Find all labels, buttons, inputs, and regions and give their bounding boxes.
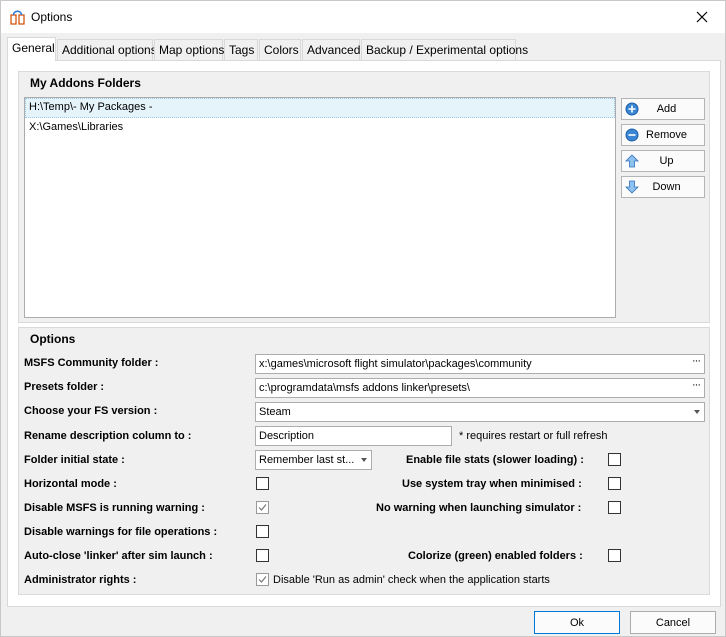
tab-advanced[interactable]: Advanced <box>302 39 360 60</box>
tab-colors[interactable]: Colors <box>259 39 301 60</box>
down-button[interactable]: Down <box>621 176 705 198</box>
no-launch-warning-label: No warning when launching simulator : <box>376 502 582 514</box>
disable-file-warnings-checkbox[interactable] <box>256 525 269 538</box>
cancel-button[interactable]: Cancel <box>630 611 716 634</box>
arrow-up-icon <box>625 154 639 168</box>
ok-button[interactable]: Ok <box>534 611 620 634</box>
colorize-label: Colorize (green) enabled folders : <box>408 550 583 562</box>
add-button-label: Add <box>656 103 677 115</box>
remove-button[interactable]: Remove <box>621 124 705 146</box>
auto-close-checkbox[interactable] <box>256 549 269 562</box>
presets-folder-field[interactable]: c:\programdata\msfs addons linker\preset… <box>255 378 705 398</box>
horizontal-mode-label: Horizontal mode : <box>24 478 117 490</box>
folder-state-label: Folder initial state : <box>24 454 125 466</box>
disable-file-warnings-label: Disable warnings for file operations : <box>24 526 218 538</box>
community-folder-field[interactable]: x:\games\microsoft flight simulator\pack… <box>255 354 705 374</box>
addons-group: My Addons Folders H:\Temp\- My Packages … <box>18 71 710 323</box>
options-group: Options MSFS Community folder : x:\games… <box>18 327 710 595</box>
fs-version-label: Choose your FS version : <box>24 405 158 417</box>
auto-close-label: Auto-close 'linker' after sim launch : <box>24 550 213 562</box>
folder-state-value: Remember last st... <box>259 454 355 466</box>
chevron-down-icon <box>694 410 700 414</box>
tab-map-options[interactable]: Map options <box>154 39 224 60</box>
down-button-label: Down <box>652 181 681 193</box>
options-window: Options General Additional options Map o… <box>0 0 726 637</box>
title-bar: Options <box>1 1 725 33</box>
options-group-header: Options <box>19 328 709 350</box>
checkmark-icon <box>258 504 267 511</box>
rename-column-value: Description <box>259 430 315 442</box>
horizontal-mode-checkbox[interactable] <box>256 477 269 490</box>
presets-folder-value: c:\programdata\msfs addons linker\preset… <box>259 382 470 394</box>
window-title: Options <box>31 10 73 24</box>
disable-running-warning-checkbox[interactable] <box>256 501 269 514</box>
browse-community-button[interactable]: ··· <box>692 355 701 367</box>
up-button-label: Up <box>659 155 674 167</box>
tab-additional-options[interactable]: Additional options <box>57 39 157 60</box>
add-button[interactable]: Add <box>621 98 705 120</box>
tab-panel-general: My Addons Folders H:\Temp\- My Packages … <box>7 60 721 607</box>
remove-icon <box>625 128 639 142</box>
app-icon <box>10 10 25 25</box>
close-button[interactable] <box>679 1 725 32</box>
presets-folder-label: Presets folder : <box>24 381 105 393</box>
file-stats-checkbox[interactable] <box>608 453 621 466</box>
system-tray-label: Use system tray when minimised : <box>402 478 582 490</box>
add-icon <box>625 102 639 116</box>
disable-running-warning-label: Disable MSFS is running warning : <box>24 502 205 514</box>
remove-button-label: Remove <box>646 129 687 141</box>
chevron-down-icon <box>361 458 367 462</box>
admin-rights-label: Administrator rights : <box>24 574 137 586</box>
addons-folder-list[interactable]: H:\Temp\- My Packages - X:\Games\Librari… <box>24 97 616 318</box>
tab-tags[interactable]: Tags <box>224 39 258 60</box>
close-icon <box>696 11 708 22</box>
community-folder-label: MSFS Community folder : <box>24 357 159 369</box>
fs-version-select[interactable]: Steam <box>255 402 705 422</box>
admin-rights-checkbox[interactable] <box>256 573 269 586</box>
tab-backup-experimental[interactable]: Backup / Experimental options <box>361 39 528 60</box>
fs-version-value: Steam <box>259 406 291 418</box>
tab-general[interactable]: General <box>7 37 56 61</box>
system-tray-checkbox[interactable] <box>608 477 621 490</box>
arrow-down-icon <box>625 180 639 194</box>
list-item[interactable]: X:\Games\Libraries <box>25 118 615 138</box>
rename-column-label: Rename description column to : <box>24 430 192 442</box>
rename-column-input[interactable]: Description <box>255 426 452 446</box>
up-button[interactable]: Up <box>621 150 705 172</box>
checkmark-icon <box>258 576 267 583</box>
list-item[interactable]: H:\Temp\- My Packages - <box>25 98 615 118</box>
colorize-checkbox[interactable] <box>608 549 621 562</box>
admin-rights-text: Disable 'Run as admin' check when the ap… <box>273 574 550 586</box>
no-launch-warning-checkbox[interactable] <box>608 501 621 514</box>
file-stats-label: Enable file stats (slower loading) : <box>406 454 584 466</box>
browse-presets-button[interactable]: ··· <box>692 379 701 391</box>
community-folder-value: x:\games\microsoft flight simulator\pack… <box>259 358 532 370</box>
folder-state-select[interactable]: Remember last st... <box>255 450 372 470</box>
restart-note: * requires restart or full refresh <box>459 430 608 442</box>
addons-group-header: My Addons Folders <box>19 72 709 94</box>
